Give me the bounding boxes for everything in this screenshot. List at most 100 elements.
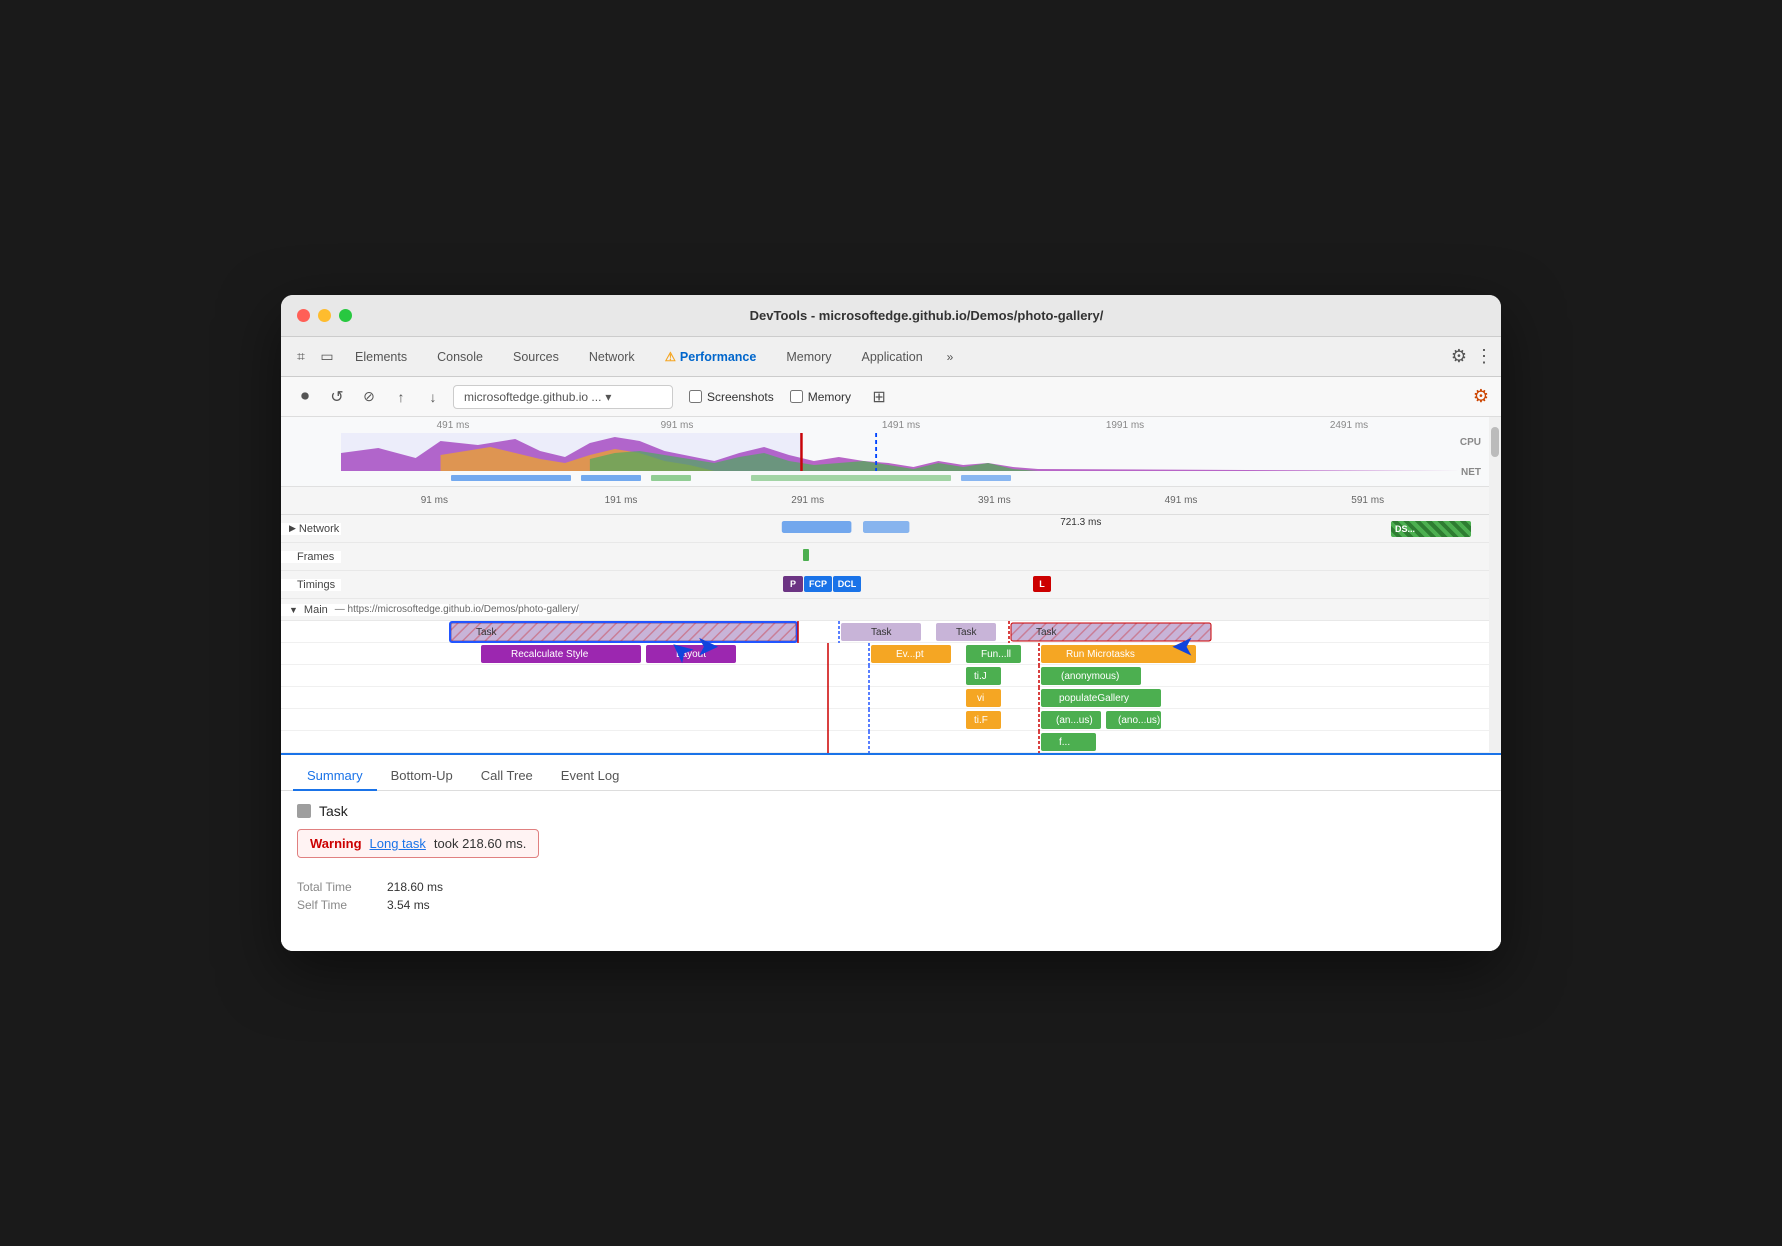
marker-991: 991 ms (565, 420, 789, 431)
marker-2491: 2491 ms (1237, 420, 1461, 431)
record-button[interactable]: ⏺ (293, 388, 317, 406)
tab-network[interactable]: Network (575, 344, 649, 370)
settings-icon[interactable]: ⚙ (1451, 346, 1467, 367)
screenshots-checkbox[interactable] (689, 390, 702, 403)
marker-1991: 1991 ms (1013, 420, 1237, 431)
flame-row-4: ti.F (an...us) (ano...us) (281, 709, 1501, 731)
flame-row-3-svg: vi populateGallery (341, 687, 1501, 709)
net-chart (341, 473, 1461, 483)
svg-text:Ev...pt: Ev...pt (896, 649, 924, 660)
warning-row: Warning Long task took 218.60 ms. (297, 829, 539, 858)
memory-check[interactable]: Memory (790, 390, 851, 404)
ruler-markers: 91 ms 191 ms 291 ms 391 ms 491 ms 591 ms (341, 495, 1501, 506)
flame-row-1: Recalculate Style Layout Ev...pt Fun...l… (281, 643, 1501, 665)
tab-memory[interactable]: Memory (772, 344, 845, 370)
tab-gear-area: ⚙ ⋮ (1451, 346, 1493, 367)
rm-291: 291 ms (714, 495, 901, 506)
tab-event-log[interactable]: Event Log (547, 762, 634, 791)
total-time-label: Total Time (297, 880, 367, 894)
self-time-row: Self Time 3.54 ms (297, 898, 1485, 912)
upload-button[interactable]: ↑ (389, 389, 413, 405)
main-track-row: ▼ Main — https://microsoftedge.github.io… (281, 599, 1501, 621)
bottom-scrollbar-thumb[interactable] (1491, 427, 1499, 457)
tab-call-tree[interactable]: Call Tree (467, 762, 547, 791)
net-label: NET (1461, 467, 1481, 478)
self-time-value: 3.54 ms (387, 898, 430, 912)
more-options-icon[interactable]: ⋮ (1475, 346, 1493, 367)
cpu-label: CPU (1460, 437, 1481, 448)
warning-text: took 218.60 ms. (434, 836, 527, 851)
svg-text:Task: Task (1036, 627, 1058, 638)
inspector-icon[interactable]: ⌗ (289, 348, 313, 365)
rm-91: 91 ms (341, 495, 528, 506)
memory-checkbox[interactable] (790, 390, 803, 403)
maximize-button[interactable] (339, 309, 352, 322)
task-header: Task (297, 803, 1485, 819)
timings-label: Timings (281, 579, 341, 591)
main-label: ▼ Main — https://microsoftedge.github.io… (281, 604, 579, 616)
rm-591: 591 ms (1274, 495, 1461, 506)
svg-text:ti.F: ti.F (974, 715, 988, 726)
svg-text:populateGallery: populateGallery (1059, 693, 1129, 704)
svg-text:Layout: Layout (676, 649, 706, 660)
svg-text:Fun...ll: Fun...ll (981, 649, 1011, 660)
settings-icon-right[interactable]: ⚙ (1473, 386, 1489, 406)
overview-area[interactable]: 491 ms 991 ms 1491 ms 1991 ms 2491 ms (281, 417, 1501, 487)
more-tabs-button[interactable]: » (939, 344, 962, 370)
svg-text:vi: vi (977, 693, 984, 704)
url-dropdown-icon[interactable]: ▾ (605, 390, 611, 404)
url-input[interactable]: microsoftedge.github.io ... ▾ (453, 385, 673, 409)
summary-content: Task Warning Long task took 218.60 ms. T… (281, 791, 1501, 951)
close-button[interactable] (297, 309, 310, 322)
ds-bar: DS... (1391, 521, 1471, 537)
clear-button[interactable]: ⊘ (357, 388, 381, 405)
tab-elements[interactable]: Elements (341, 344, 421, 370)
devtools-window: DevTools - microsoftedge.github.io/Demos… (281, 295, 1501, 951)
cpu-chart (341, 433, 1461, 471)
tab-sources[interactable]: Sources (499, 344, 573, 370)
task-icon (297, 804, 311, 818)
device-icon[interactable]: ▭ (315, 348, 339, 365)
tabbar: ⌗ ▭ Elements Console Sources Network ⚠Pe… (281, 337, 1501, 377)
svg-text:DCL: DCL (838, 579, 857, 589)
warning-label: Warning (310, 836, 362, 851)
total-time-value: 218.60 ms (387, 880, 443, 894)
timings-svg: P FCP DCL L (341, 571, 1501, 598)
flame-chart[interactable]: Task Task Task Task (281, 621, 1501, 753)
svg-text:f...: f... (1059, 737, 1070, 748)
frames-label: Frames (281, 551, 341, 563)
tab-bottom-up[interactable]: Bottom-Up (377, 762, 467, 791)
flame-row-3: vi populateGallery (281, 687, 1501, 709)
frames-content (341, 543, 1501, 570)
reload-button[interactable]: ↺ (325, 387, 349, 407)
bottom-tabs: Summary Bottom-Up Call Tree Event Log (281, 755, 1501, 791)
top-time-markers: 491 ms 991 ms 1491 ms 1991 ms 2491 ms (341, 420, 1461, 431)
rm-491: 491 ms (1088, 495, 1275, 506)
download-button[interactable]: ↓ (421, 389, 445, 405)
tab-console[interactable]: Console (423, 344, 497, 370)
svg-text:(anonymous): (anonymous) (1061, 671, 1119, 682)
bottom-scrollbar[interactable] (1489, 417, 1501, 617)
tab-summary[interactable]: Summary (293, 762, 377, 791)
flame-row-5-svg: f... (341, 731, 1501, 753)
long-task-link[interactable]: Long task (370, 836, 426, 851)
svg-text:(an...us): (an...us) (1056, 715, 1093, 726)
flame-row-0: Task Task Task Task (281, 621, 1501, 643)
tab-performance[interactable]: ⚠Performance (651, 343, 771, 370)
network-track: ▶ Network DS... 721.3 ms (281, 515, 1501, 543)
task-title: Task (319, 803, 348, 819)
minimize-button[interactable] (318, 309, 331, 322)
ruler-area: 91 ms 191 ms 291 ms 391 ms 491 ms 591 ms (281, 487, 1501, 515)
screenshots-check[interactable]: Screenshots (689, 390, 774, 404)
self-time-label: Self Time (297, 898, 367, 912)
toolbar-checks: Screenshots Memory ⊞ (689, 387, 891, 407)
network-label: ▶ Network (281, 523, 341, 535)
tab-application[interactable]: Application (848, 344, 937, 370)
svg-text:FCP: FCP (809, 579, 827, 589)
network-conditions-icon[interactable]: ⊞ (867, 387, 891, 407)
traffic-lights (297, 309, 352, 322)
warning-icon: ⚠ (665, 350, 676, 364)
flame-row-2-svg: ti.J (anonymous) (341, 665, 1501, 687)
svg-text:Task: Task (476, 627, 498, 638)
svg-text:P: P (790, 579, 796, 589)
